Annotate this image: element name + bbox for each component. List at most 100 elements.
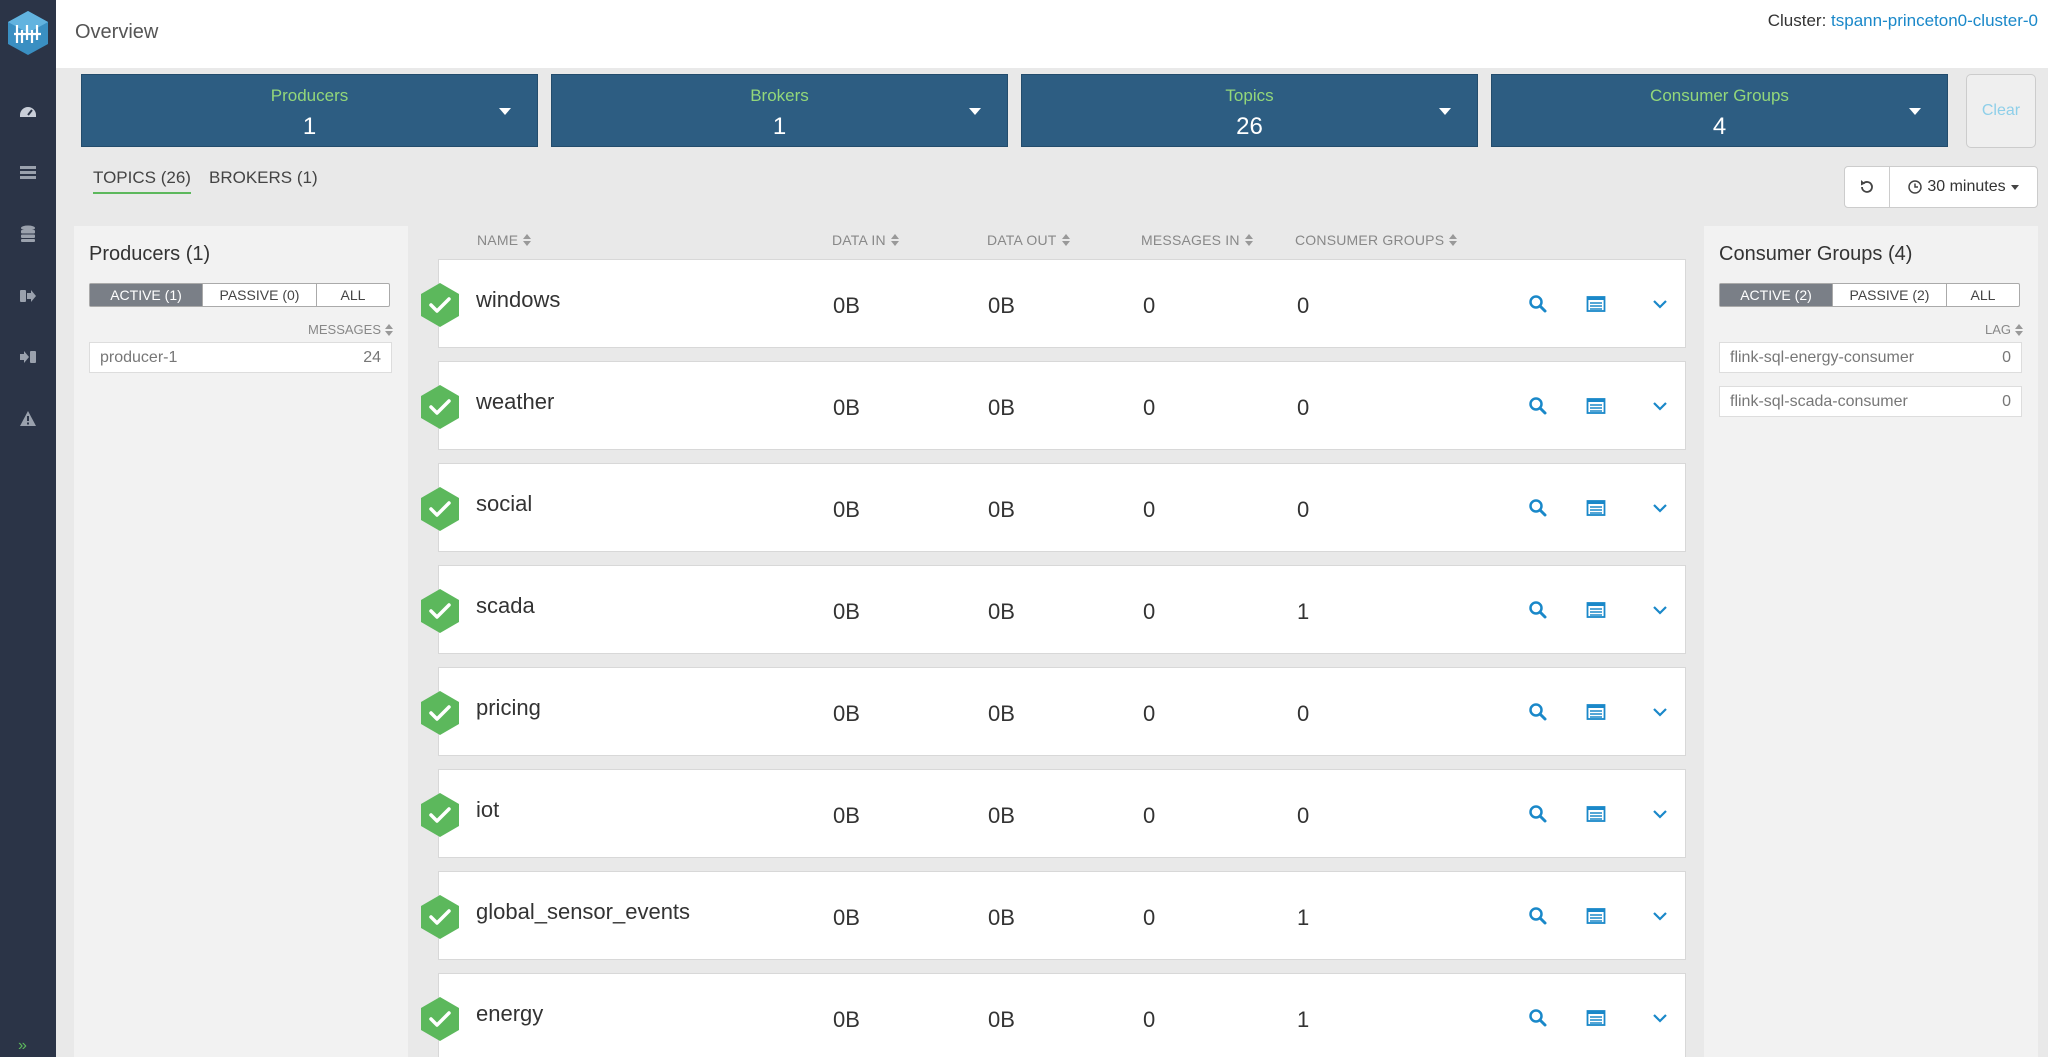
- consumer-groups-value: 1: [1297, 599, 1310, 624]
- filter-passive[interactable]: PASSIVE (2): [1833, 284, 1947, 306]
- messages-in-value: 0: [1143, 803, 1156, 828]
- data-in-value: 0B: [833, 599, 860, 624]
- sign-out-icon[interactable]: [16, 284, 40, 308]
- tab-topics[interactable]: TOPICS (26): [93, 168, 191, 194]
- filter-all[interactable]: ALL: [317, 284, 389, 306]
- column-header-data-in[interactable]: DATA IN: [832, 232, 899, 248]
- caret-down-icon[interactable]: [1439, 108, 1451, 115]
- filter-passive[interactable]: PASSIVE (0): [203, 284, 317, 306]
- clear-button[interactable]: Clear: [1966, 74, 2036, 148]
- brokers-card-label: Brokers: [750, 86, 809, 105]
- refresh-icon: [1861, 180, 1873, 193]
- data-explorer-icon[interactable]: [1584, 1006, 1608, 1030]
- data-explorer-icon[interactable]: [1584, 598, 1608, 622]
- search-icon[interactable]: [1526, 700, 1550, 724]
- search-icon[interactable]: [1526, 1006, 1550, 1030]
- filter-active[interactable]: ACTIVE (1): [90, 284, 203, 306]
- consumer-groups-value: 0: [1297, 701, 1310, 726]
- data-out-value: 0B: [988, 395, 1015, 420]
- topic-name[interactable]: global_sensor_events: [476, 899, 690, 925]
- topic-row[interactable]: windows 0B 0B 0 0: [421, 259, 1686, 348]
- search-icon[interactable]: [1526, 496, 1550, 520]
- topic-name[interactable]: social: [476, 491, 532, 517]
- tab-brokers[interactable]: BROKERS (1): [209, 168, 318, 192]
- cluster-link[interactable]: tspann-princeton0-cluster-0: [1831, 11, 2038, 30]
- caret-down-icon[interactable]: [969, 108, 981, 115]
- time-range-dropdown[interactable]: 30 minutes: [1889, 166, 2038, 208]
- chevron-down-icon[interactable]: [1648, 904, 1672, 928]
- sort-icon: [1061, 234, 1070, 246]
- topic-name[interactable]: weather: [476, 389, 554, 415]
- consumer-group-row[interactable]: flink-sql-energy-consumer 0: [1719, 342, 2022, 373]
- messages-column-header[interactable]: MESSAGES: [308, 322, 393, 337]
- chevron-down-icon[interactable]: [1648, 598, 1672, 622]
- database-icon[interactable]: [16, 222, 40, 246]
- caret-down-icon[interactable]: [499, 108, 511, 115]
- brokers-card[interactable]: Brokers 1: [551, 74, 1008, 147]
- consumer-groups-panel-title: Consumer Groups (4): [1719, 243, 1913, 265]
- search-icon[interactable]: [1526, 904, 1550, 928]
- chevron-down-icon[interactable]: [1648, 394, 1672, 418]
- search-icon[interactable]: [1526, 598, 1550, 622]
- column-header-messages-in[interactable]: MESSAGES IN: [1141, 232, 1253, 248]
- dashboard-icon[interactable]: [16, 101, 40, 125]
- producer-row[interactable]: producer-1 24: [89, 342, 392, 373]
- topic-row[interactable]: iot 0B 0B 0 0: [421, 769, 1686, 858]
- search-icon[interactable]: [1526, 394, 1550, 418]
- data-out-value: 0B: [988, 497, 1015, 522]
- topic-row[interactable]: global_sensor_events 0B 0B 0 1: [421, 871, 1686, 960]
- consumer-group-row[interactable]: flink-sql-scada-consumer 0: [1719, 386, 2022, 417]
- topic-name[interactable]: scada: [476, 593, 535, 619]
- data-explorer-icon[interactable]: [1584, 700, 1608, 724]
- sign-in-icon[interactable]: [16, 345, 40, 369]
- data-explorer-icon[interactable]: [1584, 394, 1608, 418]
- caret-down-icon[interactable]: [1909, 108, 1921, 115]
- nav-expand-icon[interactable]: »: [18, 1037, 27, 1055]
- topic-name[interactable]: energy: [476, 1001, 543, 1027]
- topic-row[interactable]: social 0B 0B 0 0: [421, 463, 1686, 552]
- data-explorer-icon[interactable]: [1584, 802, 1608, 826]
- search-icon[interactable]: [1526, 802, 1550, 826]
- column-header-name[interactable]: NAME: [477, 232, 532, 248]
- consumer-groups-value: 1: [1297, 1007, 1310, 1032]
- chevron-down-icon[interactable]: [1648, 496, 1672, 520]
- brokers-card-value: 1: [772, 113, 787, 140]
- clock-icon: [1908, 180, 1923, 194]
- consumer-groups-card[interactable]: Consumer Groups 4: [1491, 74, 1948, 147]
- data-in-value: 0B: [833, 497, 860, 522]
- chevron-down-icon[interactable]: [1648, 1006, 1672, 1030]
- topic-name[interactable]: pricing: [476, 695, 541, 721]
- topic-row[interactable]: scada 0B 0B 0 1: [421, 565, 1686, 654]
- column-header-data-out[interactable]: DATA OUT: [987, 232, 1070, 248]
- app-logo-icon[interactable]: [5, 10, 51, 56]
- consumer-group-name: flink-sql-scada-consumer: [1730, 393, 1908, 410]
- chevron-down-icon[interactable]: [1648, 700, 1672, 724]
- filter-all[interactable]: ALL: [1947, 284, 2019, 306]
- column-header-label: DATA OUT: [987, 232, 1057, 248]
- data-explorer-icon[interactable]: [1584, 496, 1608, 520]
- topic-row[interactable]: weather 0B 0B 0 0: [421, 361, 1686, 450]
- search-icon[interactable]: [1526, 292, 1550, 316]
- data-explorer-icon[interactable]: [1584, 292, 1608, 316]
- refresh-button[interactable]: [1844, 166, 1890, 208]
- topic-row[interactable]: energy 0B 0B 0 1: [421, 973, 1686, 1057]
- lag-column-header[interactable]: LAG: [1985, 322, 2023, 337]
- brokers-icon[interactable]: [16, 161, 40, 185]
- data-explorer-icon[interactable]: [1584, 904, 1608, 928]
- data-in-value: 0B: [833, 803, 860, 828]
- producers-card[interactable]: Producers 1: [81, 74, 538, 147]
- consumer-groups-card-value: 4: [1712, 113, 1727, 140]
- alert-icon[interactable]: [16, 407, 40, 431]
- consumer-groups-card-label: Consumer Groups: [1650, 86, 1789, 105]
- topic-name[interactable]: windows: [476, 287, 560, 313]
- chevron-down-icon[interactable]: [1648, 802, 1672, 826]
- topic-row[interactable]: pricing 0B 0B 0 0: [421, 667, 1686, 756]
- filter-active[interactable]: ACTIVE (2): [1720, 284, 1833, 306]
- consumer-groups-value: 1: [1297, 905, 1310, 930]
- messages-in-value: 0: [1143, 905, 1156, 930]
- chevron-down-icon[interactable]: [1648, 292, 1672, 316]
- topic-name[interactable]: iot: [476, 797, 499, 823]
- consumer-groups-value: 0: [1297, 395, 1310, 420]
- column-header-consumer-groups[interactable]: CONSUMER GROUPS: [1295, 232, 1458, 248]
- topics-card[interactable]: Topics 26: [1021, 74, 1478, 147]
